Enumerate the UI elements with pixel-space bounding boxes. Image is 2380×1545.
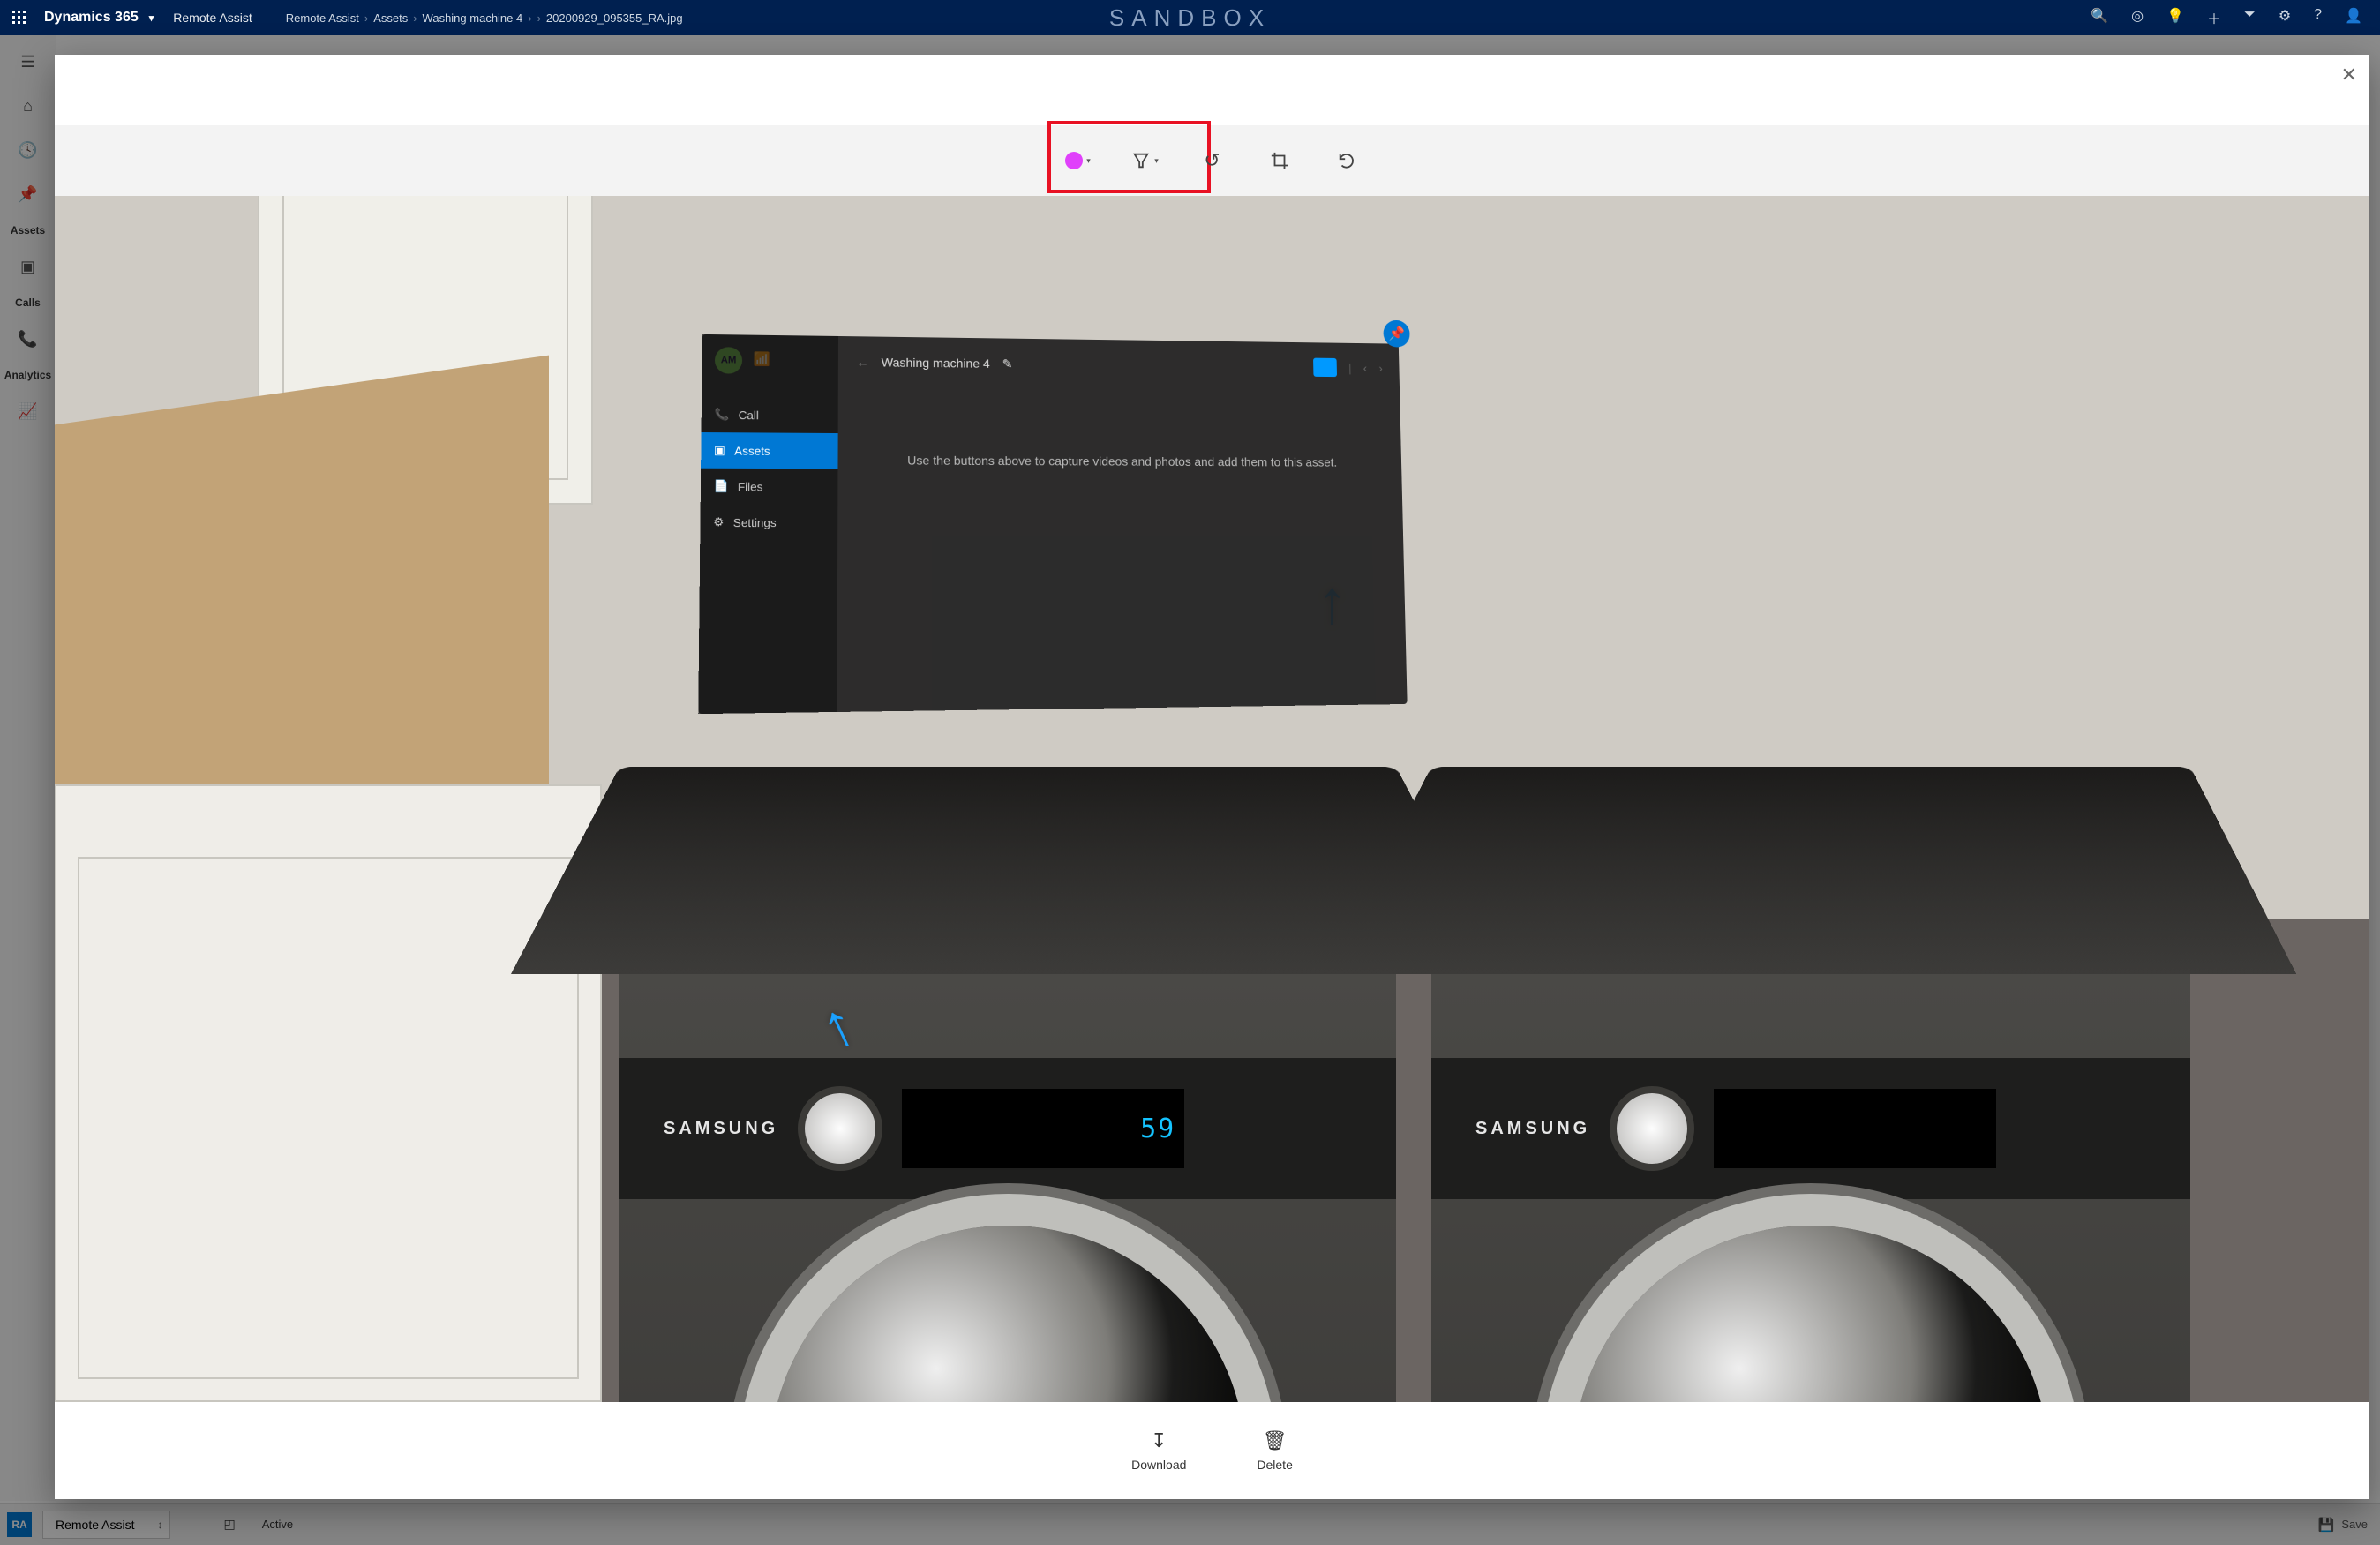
holo-nav-label: Call [739,408,759,421]
edit-icon: ✎ [1002,356,1013,371]
holo-nav-label: Settings [733,515,777,529]
washer-brand: SAMSUNG [664,1119,778,1139]
holo-asset-title: Washing machine 4 [882,356,990,371]
chevron-right-icon: › [537,11,541,25]
ink-tool-button[interactable] [1125,140,1166,181]
task-icon[interactable]: ◎ [2131,7,2144,28]
profile-icon[interactable]: 👤 [2345,7,2362,28]
lightbulb-icon[interactable]: 💡 [2166,7,2184,28]
cube-icon: ▣ [714,443,725,457]
image-canvas[interactable]: SAMSUNG 59 SAMSUNG ↑ ↑ 📌 AM 📶 📞Call [55,196,2369,1402]
download-button[interactable]: ↧ Download [1131,1429,1186,1472]
holo-nav-assets: ▣ Assets [701,432,837,469]
hololens-panel: 📌 AM 📶 📞Call ▣Assets 📄Files ⚙Settings ← … [698,334,1407,714]
product-switcher[interactable]: Dynamics 365 [44,10,154,26]
holo-nav-files: 📄 Files [701,469,838,505]
filter-icon[interactable]: ⏷ [2244,7,2256,28]
breadcrumb-item[interactable]: Washing machine 4 [423,11,523,25]
washer-display: 59 [902,1089,1184,1168]
holo-nav-label: Assets [734,444,770,457]
hololens-sidebar: 📞 Call ▣ Assets 📄 Files ⚙ Settings [698,334,838,714]
modal-header-gap [55,55,2369,125]
nav-right: 🔍 ◎ 💡 ＋ ⏷ ⚙ ? 👤 [2091,7,2380,28]
color-picker-button[interactable] [1058,140,1099,181]
app-launcher-icon[interactable] [7,5,32,30]
color-dot-icon [1065,152,1083,169]
holo-nav-label: Files [738,480,763,493]
crop-button[interactable] [1259,140,1300,181]
breadcrumb: Remote Assist › Assets › Washing machine… [286,11,683,25]
dryer-door [1573,1226,2049,1402]
nav-left: Dynamics 365 Remote Assist Remote Assist… [0,5,683,30]
breadcrumb-item[interactable]: 20200929_095355_RA.jpg [546,11,683,25]
back-icon: ← [856,355,868,369]
close-icon[interactable]: ✕ [2341,64,2357,86]
washer-door [770,1226,1246,1402]
chevron-right-icon: › [413,11,417,25]
download-icon: ↧ [1151,1429,1167,1452]
search-icon[interactable]: 🔍 [2091,7,2108,28]
annotation-toolbar: ↺ [55,125,2369,196]
photo-dryer: SAMSUNG [1431,767,2190,1402]
chevron-right-icon: › [528,11,531,25]
holo-nav-settings: ⚙ Settings [700,505,837,541]
chevron-right-icon: › [364,11,368,25]
delete-button[interactable]: 🗑 Delete [1257,1429,1292,1472]
global-nav: Dynamics 365 Remote Assist Remote Assist… [0,0,2380,35]
modal-actions: ↧ Download 🗑 Delete [55,1402,2369,1499]
rotate-button[interactable] [1326,140,1367,181]
image-viewer-modal: ✕ ↺ SAMSUNG [55,55,2369,1499]
files-icon: 📄 [714,479,729,493]
chevron-right-icon: › [1378,361,1383,374]
holo-empty-message: Use the buttons above to capture videos … [856,451,1385,471]
divider: | [1348,361,1352,374]
dryer-brand: SAMSUNG [1475,1119,1590,1139]
help-icon[interactable]: ? [2314,7,2322,28]
breadcrumb-item[interactable]: Assets [373,11,408,25]
holo-nav-call: 📞 Call [702,396,838,433]
dryer-display [1714,1089,1996,1168]
gear-icon[interactable]: ⚙ [2279,7,2291,28]
download-label: Download [1131,1458,1186,1472]
photo-cabinets [55,784,602,1402]
app-name[interactable]: Remote Assist [173,11,252,25]
delete-label: Delete [1257,1458,1292,1472]
gear-icon: ⚙ [713,515,724,529]
view-toggle [1313,358,1337,377]
environment-badge: SANDBOX [1109,4,1271,32]
hololens-main: ← Washing machine 4 ✎ | ‹ › Use the butt… [837,336,1407,712]
undo-button[interactable]: ↺ [1192,140,1233,181]
chevron-left-icon: ‹ [1363,361,1368,374]
photo-washer-left: SAMSUNG 59 [619,767,1396,1402]
trash-icon: 🗑 [1263,1429,1288,1452]
add-icon[interactable]: ＋ [2207,7,2221,28]
breadcrumb-item[interactable]: Remote Assist [286,11,359,25]
phone-icon: 📞 [714,408,729,422]
washer-dial [805,1093,875,1164]
dryer-dial [1617,1093,1687,1164]
